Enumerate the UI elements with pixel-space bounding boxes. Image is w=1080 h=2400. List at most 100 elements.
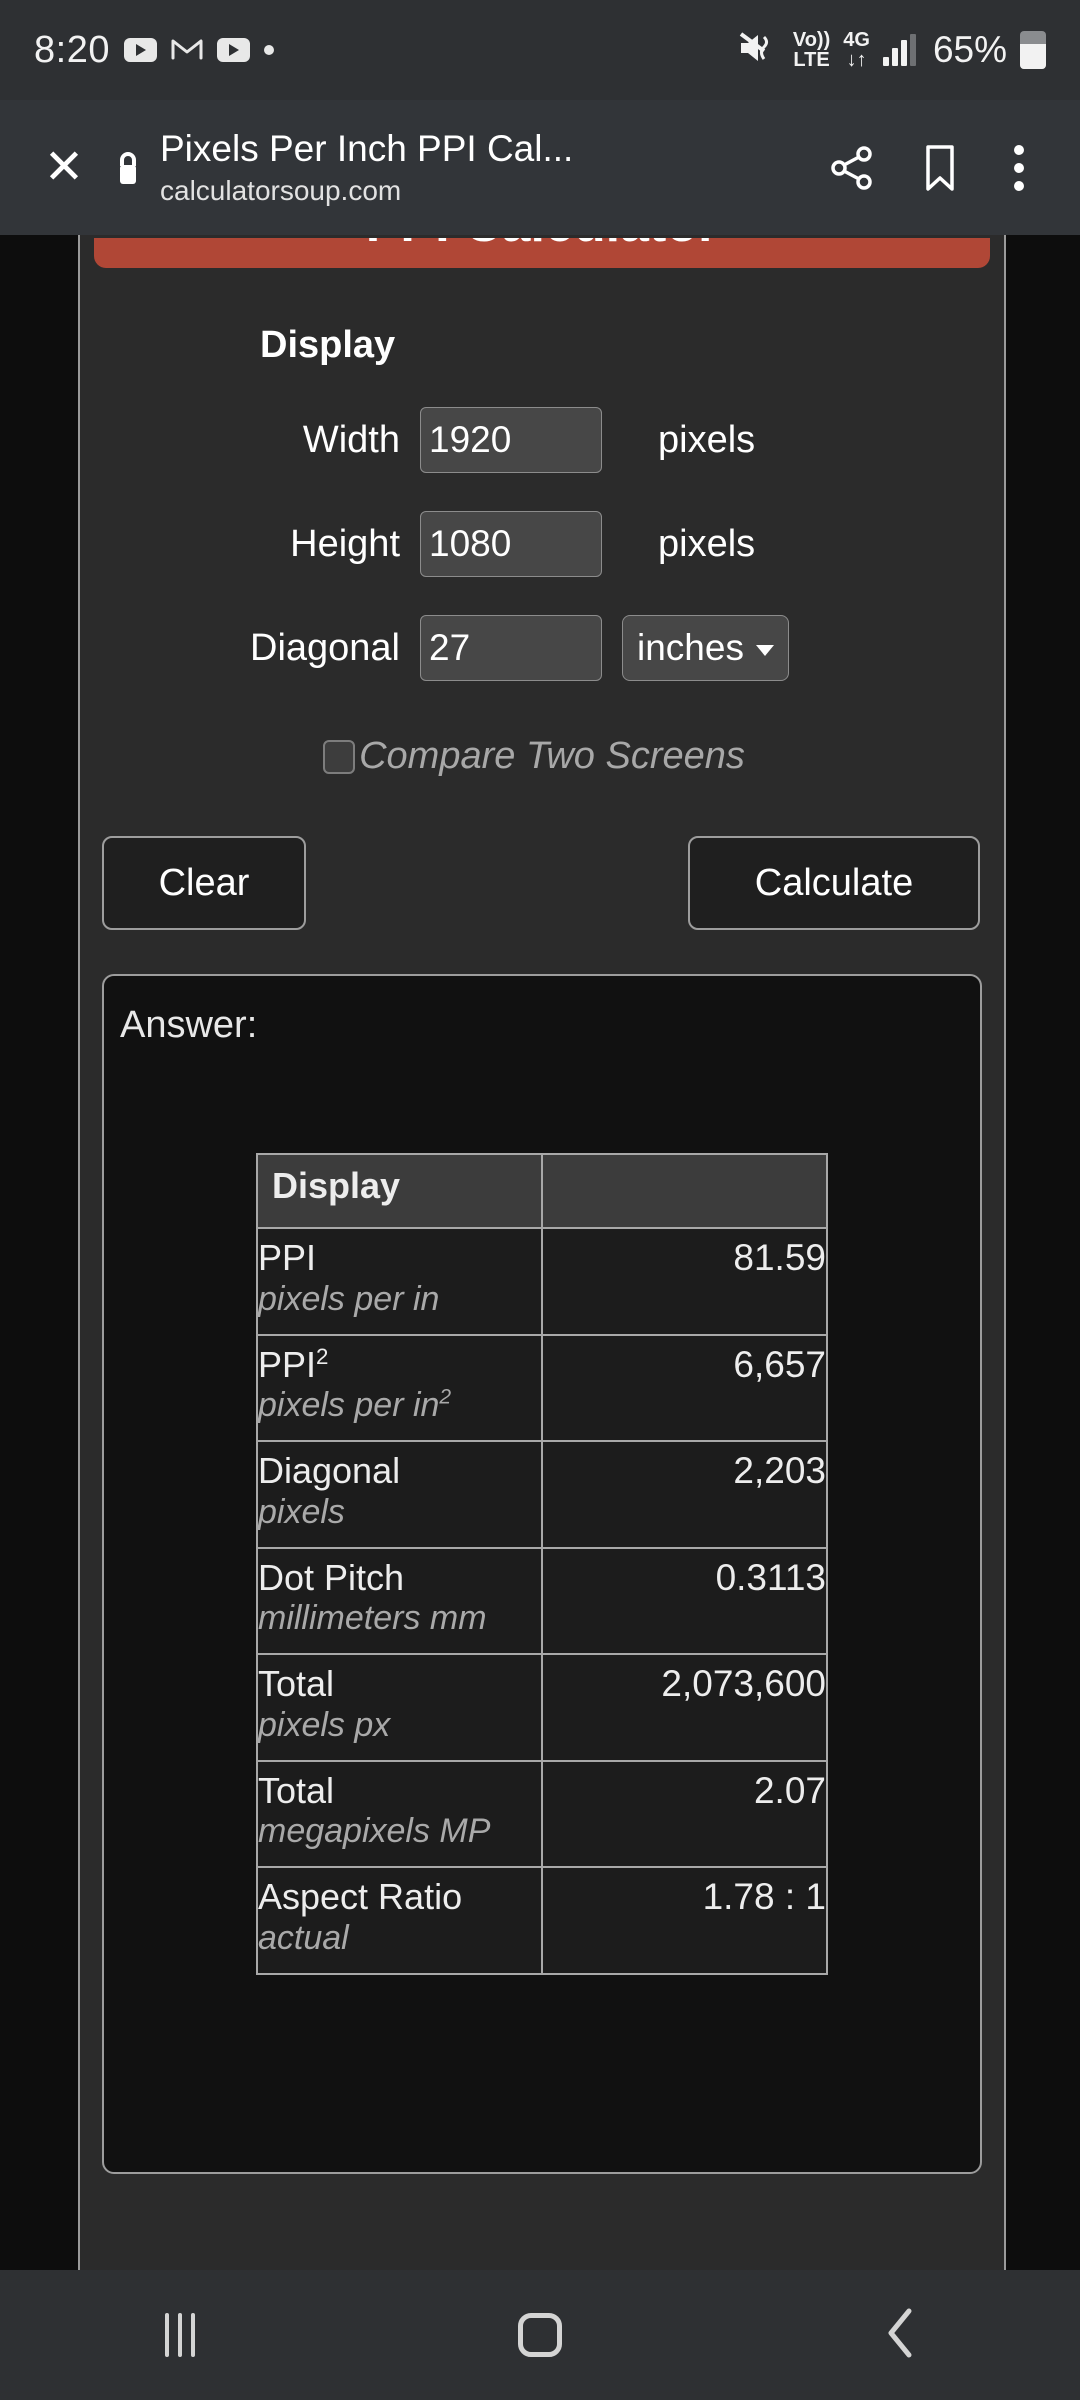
result-name: PPI (258, 1237, 317, 1278)
result-value: 2.07 (753, 1769, 826, 1811)
volte-icon: Vo)) LTE (792, 29, 831, 71)
more-vertical-icon[interactable] (984, 124, 1054, 212)
table-header-row: Display (256, 1153, 828, 1229)
result-name-cell: PPI2 pixels per in2 (256, 1333, 543, 1443)
recents-button[interactable] (0, 2270, 360, 2400)
table-row: PPI pixels per in 81.59 (256, 1227, 828, 1336)
home-button[interactable] (360, 2270, 720, 2400)
bookmark-icon[interactable] (896, 124, 984, 212)
result-value-cell: 1.78 : 1 (541, 1866, 828, 1975)
result-value: 2,203 (733, 1450, 826, 1492)
result-unit: megapixels MP (258, 1812, 491, 1851)
signal-bars-icon (882, 34, 916, 66)
phone-screen: 8:20 Vo)) LTE 4G ↓↑ 65% ✕ Pixels Per Inc… (0, 0, 1080, 2400)
battery-icon (1020, 31, 1046, 69)
button-row: Clear Calculate (80, 836, 1004, 930)
compare-two-screens-row[interactable]: Compare Two Screens (80, 735, 1004, 778)
diagonal-unit-select[interactable]: inches (622, 615, 789, 681)
result-name-cell: Aspect Ratio actual (256, 1866, 543, 1975)
result-name: Dot Pitch (258, 1556, 405, 1598)
table-row: PPI2 pixels per in2 6,657 (256, 1333, 828, 1443)
diagonal-input[interactable]: 27 (420, 615, 602, 681)
page-url: calculatorsoup.com (160, 174, 402, 206)
web-page-viewport[interactable]: PPI Calculator Display Width 1920 pixels… (0, 235, 1080, 2270)
back-icon (883, 2305, 917, 2366)
result-value-cell: 0.3113 (541, 1546, 828, 1656)
result-value: 2,073,600 (661, 1663, 826, 1705)
field-row-width: Width 1920 pixels (80, 407, 1004, 473)
mobile-data-icon: 4G ↓↑ (843, 29, 870, 71)
result-name-cell: PPI pixels per in (256, 1227, 543, 1336)
height-unit-label: pixels (658, 522, 756, 565)
status-bar: 8:20 Vo)) LTE 4G ↓↑ 65% (0, 0, 1080, 100)
height-input[interactable]: 1080 (420, 511, 602, 577)
result-name-cell: Diagonal pixels (256, 1440, 543, 1549)
result-unit: millimeters mm (258, 1599, 487, 1638)
result-value-cell: 2,203 (541, 1440, 828, 1549)
result-name: Diagonal (258, 1450, 401, 1492)
result-name: Total (258, 1769, 335, 1811)
share-icon[interactable] (808, 124, 896, 212)
display-section-heading: Display (260, 324, 396, 366)
answer-label: Answer: (120, 1004, 258, 1046)
result-value-cell: 2,073,600 (541, 1653, 828, 1762)
compare-checkbox-label: Compare Two Screens (359, 735, 745, 777)
result-name-cell: Dot Pitch millimeters mm (256, 1546, 543, 1656)
calculator-container: PPI Calculator Display Width 1920 pixels… (78, 235, 1006, 2270)
battery-percent-label: 65% (932, 29, 1007, 70)
diagonal-label: Diagonal (250, 626, 400, 669)
browser-header: ✕ Pixels Per Inch PPI Cal... calculators… (0, 100, 1080, 235)
youtube-icon (123, 38, 157, 62)
table-row: Aspect Ratio actual 1.78 : 1 (256, 1866, 828, 1975)
table-row: Diagonal pixels 2,203 (256, 1440, 828, 1549)
home-icon (518, 2313, 562, 2357)
results-table: Display PPI pixels per in 81.59 PPI2 pixels … (256, 1153, 828, 1975)
result-name-cell: Total megapixels MP (256, 1759, 543, 1869)
table-header-display: Display (256, 1153, 543, 1229)
result-unit: pixels px (258, 1705, 391, 1744)
results-table-body: PPI pixels per in 81.59 PPI2 pixels per in2 6… (256, 1227, 828, 1975)
browser-title-block[interactable]: Pixels Per Inch PPI Cal... calculatorsou… (160, 127, 808, 208)
back-button[interactable] (720, 2270, 1080, 2400)
table-row: Total pixels px 2,073,600 (256, 1653, 828, 1762)
diagonal-unit-value: inches (637, 627, 744, 668)
result-value: 81.59 (733, 1237, 826, 1278)
result-unit: pixels per in (258, 1279, 440, 1318)
calculate-button[interactable]: Calculate (688, 836, 980, 930)
result-name-cell: Total pixels px (256, 1653, 543, 1762)
status-clock: 8:20 (34, 28, 110, 71)
result-unit: pixels (258, 1492, 345, 1531)
result-value-cell: 81.59 (541, 1227, 828, 1336)
close-icon[interactable]: ✕ (26, 130, 102, 206)
field-row-diagonal: Diagonal 27 inches (80, 615, 1004, 681)
android-nav-bar (0, 2270, 1080, 2400)
width-input[interactable]: 1920 (420, 407, 602, 473)
status-bar-right: Vo)) LTE 4G ↓↑ 65% (738, 29, 1046, 71)
table-row: Dot Pitch millimeters mm 0.3113 (256, 1546, 828, 1656)
chevron-down-icon (755, 644, 774, 656)
result-name: PPI2 (258, 1343, 329, 1385)
gmail-icon (171, 36, 203, 65)
result-unit: actual (258, 1919, 349, 1958)
result-name: Total (258, 1663, 335, 1705)
mute-vibrate-icon (738, 31, 780, 70)
compare-checkbox[interactable] (323, 739, 356, 774)
height-label: Height (290, 522, 400, 565)
result-value: 6,657 (733, 1343, 826, 1385)
table-header-value (541, 1153, 828, 1229)
result-value-cell: 6,657 (541, 1333, 828, 1443)
width-label: Width (302, 418, 400, 461)
width-unit-label: pixels (658, 418, 756, 461)
page-title: Pixels Per Inch PPI Cal... (160, 128, 574, 170)
dot-icon (263, 45, 274, 55)
result-value: 1.78 : 1 (702, 1876, 826, 1918)
recents-icon (165, 2313, 195, 2357)
banner-title: PPI Calculator (94, 238, 990, 254)
field-row-height: Height 1080 pixels (80, 511, 1004, 577)
calculator-form: Display Width 1920 pixels Height 1080 pi… (80, 268, 1004, 2174)
result-unit: pixels per in2 (258, 1385, 452, 1425)
result-name: Aspect Ratio (258, 1876, 463, 1918)
clear-button[interactable]: Clear (102, 836, 306, 930)
lock-icon[interactable] (102, 148, 154, 188)
answer-panel: Answer: Display PPI pixels per in 81.59 PPI… (102, 974, 982, 2174)
